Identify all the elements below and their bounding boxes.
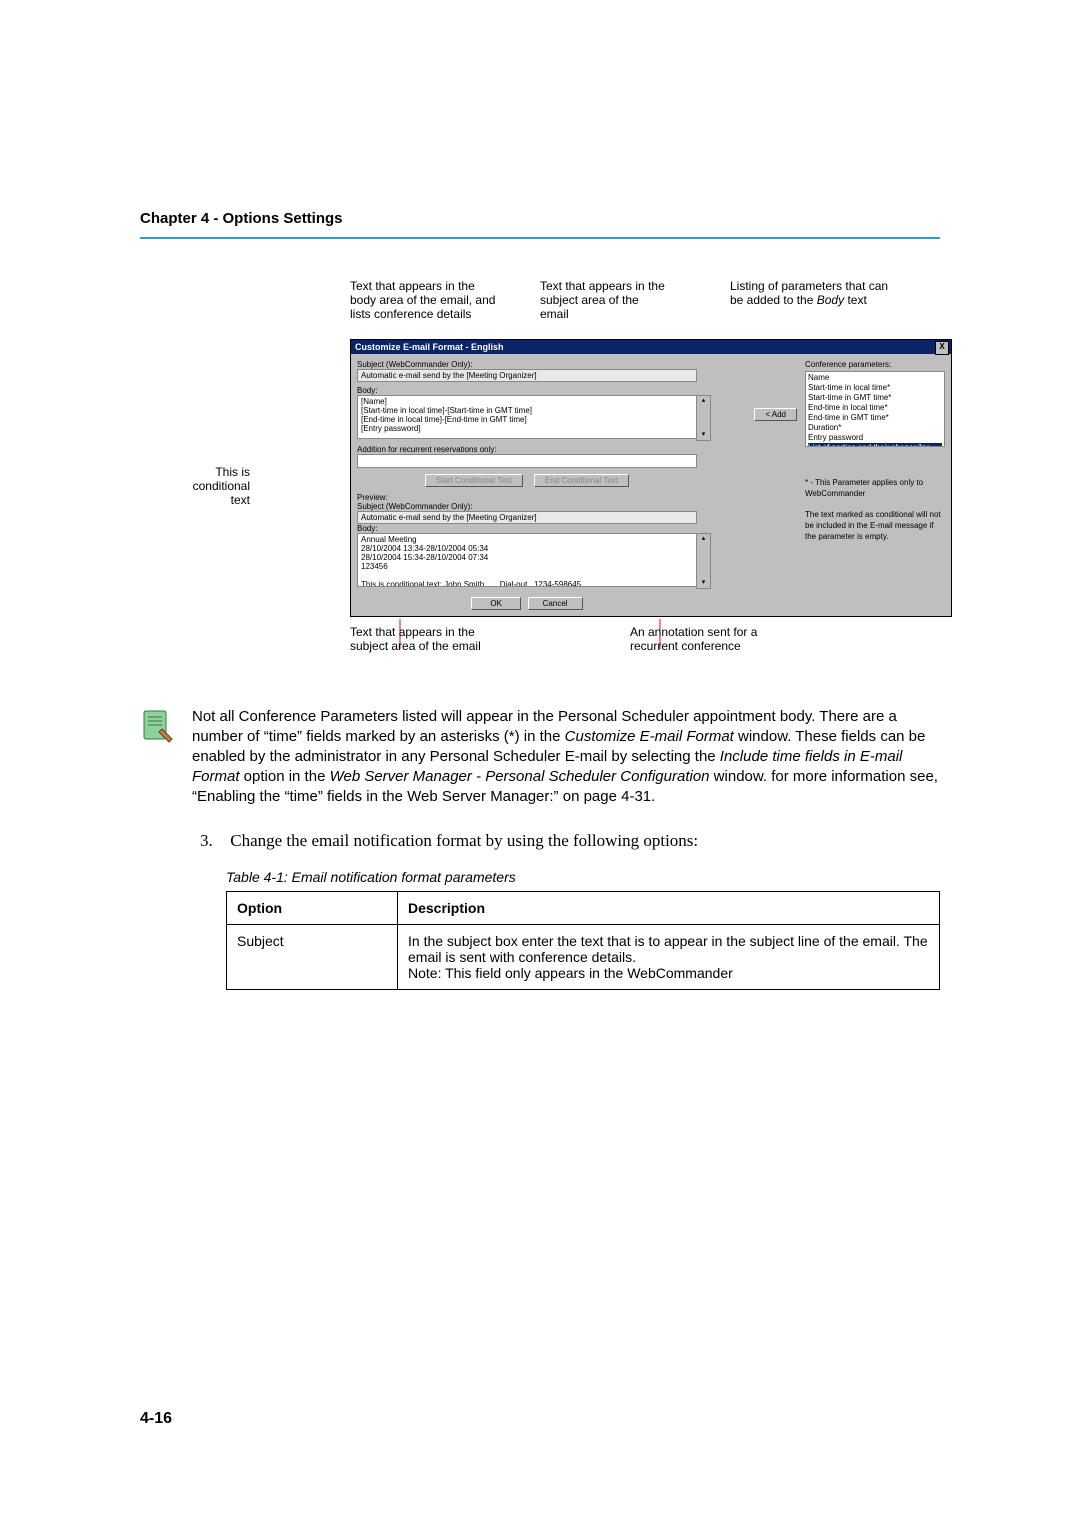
step-3: 3. Change the email notification format … <box>200 831 940 851</box>
preview-subject-label: Subject (WebCommander Only): <box>357 502 697 511</box>
heading-divider <box>140 237 940 239</box>
list-item[interactable]: Entry password <box>808 433 942 443</box>
end-conditional-button[interactable]: End Conditional Text <box>534 474 629 487</box>
list-item[interactable]: Start-time in GMT time* <box>808 393 942 403</box>
list-item[interactable]: Duration* <box>808 423 942 433</box>
cancel-button[interactable]: Cancel <box>528 597 583 610</box>
dialog-title-bar: Customize E-mail Format - English X <box>351 340 951 354</box>
top-annotation-row: Text that appears in the body area of th… <box>350 279 940 339</box>
body-scrollbar[interactable]: ▴ ▾ <box>696 395 711 441</box>
step-text: Change the email notification format by … <box>230 831 698 850</box>
parameters-heading: Conference parameters: <box>805 360 945 369</box>
preview-subject-field: Automatic e-mail send by the [Meeting Or… <box>357 511 697 524</box>
subject-label: Subject (WebCommander Only): <box>357 360 697 369</box>
scroll-down-icon[interactable]: ▾ <box>697 430 710 440</box>
customize-email-dialog: Customize E-mail Format - English X Subj… <box>350 339 952 617</box>
add-parameter-button[interactable]: < Add <box>754 408 797 421</box>
parameters-listbox[interactable]: Name Start-time in local time* Start-tim… <box>805 371 945 447</box>
annotation-params-text: Listing of parameters that can be added … <box>730 279 900 307</box>
options-table: Option Description Subject In the subjec… <box>226 891 940 990</box>
param-note-conditional: The text marked as conditional will not … <box>805 509 945 542</box>
preview-body-label: Body: <box>357 524 697 533</box>
th-description: Description <box>398 892 940 925</box>
annotation-params-text-body: Body <box>817 293 844 307</box>
list-item[interactable]: Start-time in local time* <box>808 383 942 393</box>
step-number: 3. <box>200 831 226 851</box>
note-icon <box>140 707 176 743</box>
list-item[interactable]: End-time in GMT time* <box>808 413 942 423</box>
preview-label: Preview: <box>357 493 697 502</box>
annotation-bottom-subject: Text that appears in the subject area of… <box>350 625 490 653</box>
addition-label: Addition for recurrent reservations only… <box>357 445 697 454</box>
td-option: Subject <box>227 925 398 990</box>
subject-field[interactable]: Automatic e-mail send by the [Meeting Or… <box>357 369 697 382</box>
start-conditional-button[interactable]: Start Conditional Text <box>425 474 523 487</box>
list-item[interactable]: End-time in local time* <box>808 403 942 413</box>
preview-body-textarea <box>357 533 697 587</box>
scroll-up-icon[interactable]: ▴ <box>697 396 710 406</box>
annotation-body-text: Text that appears in the body area of th… <box>350 279 500 321</box>
note-paragraph: Not all Conference Parameters listed wil… <box>192 707 940 807</box>
annotation-bottom-recurrent: An annotation sent for a recurrent confe… <box>630 625 800 653</box>
scroll-up-icon[interactable]: ▴ <box>697 534 710 544</box>
ok-button[interactable]: OK <box>471 597 521 610</box>
td-description: In the subject box enter the text that i… <box>398 925 940 990</box>
th-option: Option <box>227 892 398 925</box>
close-icon[interactable]: X <box>935 341 949 355</box>
note-text-em3: Web Server Manager - Personal Scheduler … <box>330 768 710 785</box>
dialog-title-text: Customize E-mail Format - English <box>355 342 504 352</box>
annotation-params-text-c: text <box>844 293 867 307</box>
table-caption: Table 4-1: Email notification format par… <box>226 869 940 885</box>
addition-field[interactable] <box>357 454 697 468</box>
annotation-conditional-text: This is conditional text <box>180 465 250 507</box>
list-item[interactable]: Name <box>808 373 942 383</box>
page-number: 4-16 <box>140 1410 172 1428</box>
list-item-selected[interactable]: List of parties and their phones/Ips <box>808 443 942 447</box>
annotation-subject-text: Text that appears in the subject area of… <box>540 279 670 321</box>
scroll-down-icon[interactable]: ▾ <box>697 578 710 588</box>
body-label: Body: <box>357 386 697 395</box>
param-note-asterisk: * - This Parameter applies only to WebCo… <box>805 477 945 499</box>
table-header-row: Option Description <box>227 892 940 925</box>
chapter-heading: Chapter 4 - Options Settings <box>140 210 940 227</box>
note-text-c: option in the <box>240 768 330 785</box>
table-row: Subject In the subject box enter the tex… <box>227 925 940 990</box>
preview-scrollbar[interactable]: ▴ ▾ <box>696 533 711 589</box>
body-textarea[interactable] <box>357 395 697 439</box>
note-text-em1: Customize E-mail Format <box>565 728 734 745</box>
